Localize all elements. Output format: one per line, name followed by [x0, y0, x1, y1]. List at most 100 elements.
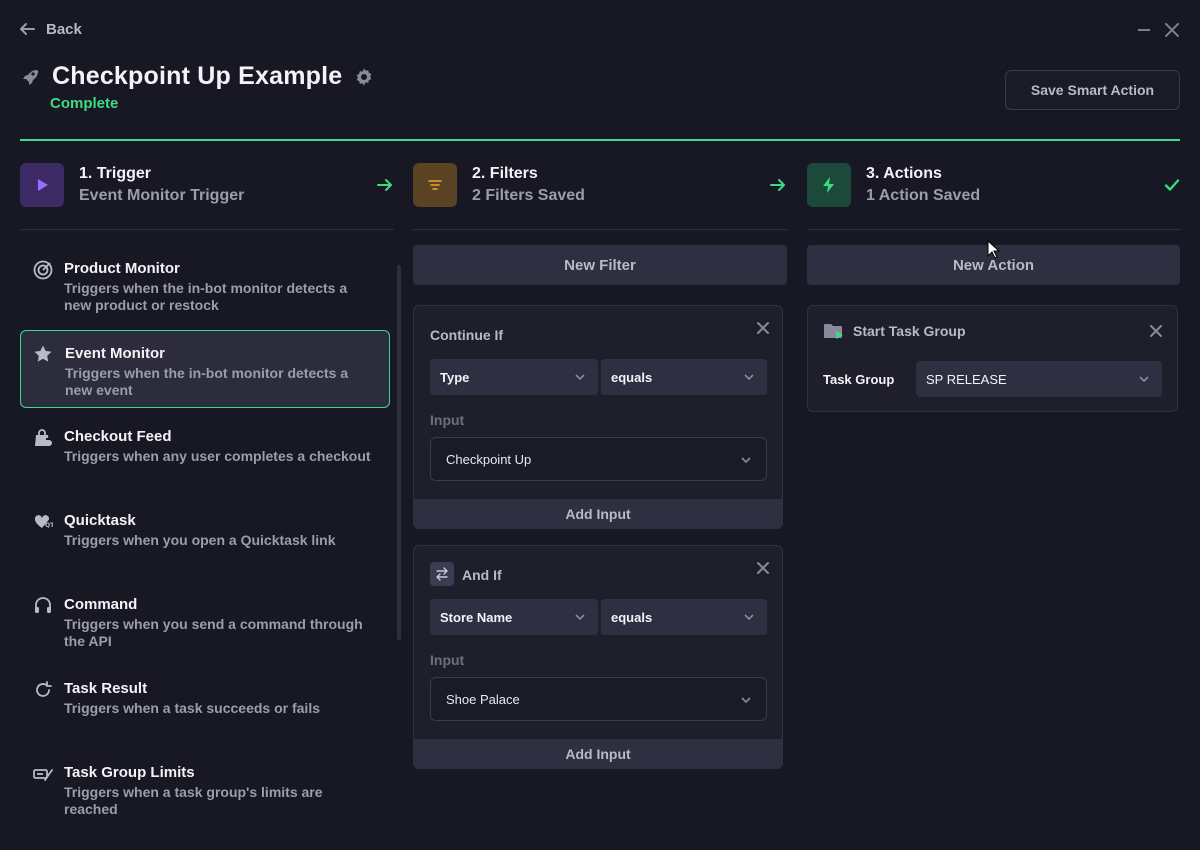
- filter-field-select[interactable]: Type: [430, 359, 598, 395]
- chevron-down-icon: [744, 614, 754, 621]
- back-label: Back: [46, 20, 82, 38]
- filter-input-label: Input: [430, 652, 465, 668]
- trigger-list-scrollbar[interactable]: [397, 265, 401, 640]
- trigger-desc: Triggers when a task group's limits are …: [64, 784, 323, 817]
- trigger-item-event-monitor[interactable]: Event Monitor Triggers when the in-bot m…: [20, 330, 390, 408]
- trigger-item-task-group-limits[interactable]: Task Group Limits Triggers when a task g…: [20, 750, 390, 828]
- trigger-desc: Triggers when the in-bot monitor detects…: [65, 365, 349, 398]
- column-divider: [807, 229, 1181, 230]
- svg-text:QT: QT: [45, 522, 53, 529]
- trigger-title: Checkout Feed: [64, 428, 172, 445]
- trigger-title: Command: [64, 596, 138, 613]
- back-button[interactable]: Back: [18, 20, 82, 38]
- column-divider: [413, 229, 787, 230]
- save-smart-action-button[interactable]: Save Smart Action: [1005, 70, 1180, 110]
- arrow-right-icon: [770, 179, 785, 191]
- add-input-button[interactable]: Add Input: [414, 499, 782, 529]
- step-actions[interactable]: 3. Actions 1 Action Saved: [807, 163, 1181, 207]
- trigger-item-task-result[interactable]: Task Result Triggers when a task succeed…: [20, 666, 390, 744]
- close-icon: [1165, 23, 1179, 37]
- gear-icon[interactable]: [354, 67, 374, 87]
- step-actions-title: 3. Actions: [866, 165, 942, 182]
- close-icon[interactable]: [1148, 323, 1164, 339]
- step-filters-title: 2. Filters: [472, 165, 538, 182]
- bag-icon: [35, 429, 52, 446]
- chevron-down-icon: [575, 614, 585, 621]
- new-filter-button[interactable]: New Filter: [413, 245, 787, 285]
- filter-field-value: Store Name: [440, 609, 513, 625]
- filter-input-value: Checkpoint Up: [446, 451, 532, 467]
- chevron-down-icon: [741, 457, 751, 464]
- step-filters-icon-box: [413, 163, 457, 207]
- close-window-button[interactable]: [1162, 20, 1182, 40]
- trigger-title: Task Result: [64, 680, 148, 697]
- filter-input-value: Shoe Palace: [446, 691, 520, 707]
- check-icon: [1164, 179, 1180, 191]
- add-input-button[interactable]: Add Input: [414, 739, 782, 769]
- play-icon: [38, 179, 48, 191]
- trigger-desc: Triggers when a task succeeds or fails: [64, 700, 320, 716]
- chevron-down-icon: [744, 374, 754, 381]
- step-trigger-subtitle: Event Monitor Trigger: [79, 187, 245, 204]
- trigger-desc: Triggers when the in-bot monitor detects…: [64, 280, 348, 313]
- quicktask-icon: QT: [34, 515, 53, 529]
- folder-play-icon: [824, 324, 843, 339]
- filter-input-select[interactable]: Checkpoint Up: [430, 437, 767, 481]
- step-filters-subtitle: 2 Filters Saved: [472, 187, 585, 204]
- step-trigger-title: 1. Trigger: [79, 165, 152, 182]
- trigger-desc: Triggers when any user completes a check…: [64, 448, 371, 464]
- step-actions-subtitle: 1 Action Saved: [866, 187, 981, 204]
- filter-icon: [428, 180, 442, 190]
- action-card-heading: Start Task Group: [853, 323, 966, 339]
- step-trigger[interactable]: 1. Trigger Event Monitor Trigger: [20, 163, 394, 207]
- task-group-select[interactable]: SP RELEASE: [916, 361, 1162, 397]
- trigger-title: Product Monitor: [64, 260, 180, 277]
- arrow-left-icon: [20, 23, 35, 35]
- step-trigger-icon-box: [20, 163, 64, 207]
- filter-field-select[interactable]: Store Name: [430, 599, 598, 635]
- trigger-item-quicktask[interactable]: QT Quicktask Triggers when you open a Qu…: [20, 498, 390, 576]
- task-group-value: SP RELEASE: [926, 371, 1007, 387]
- action-card-start-task-group: Start Task Group Task Group SP RELEASE: [807, 305, 1178, 412]
- trigger-item-checkout-feed[interactable]: Checkout Feed Triggers when any user com…: [20, 414, 390, 492]
- trigger-desc: Triggers when you send a command through…: [64, 616, 363, 649]
- filter-operator-select[interactable]: equals: [601, 359, 767, 395]
- progress-divider: [20, 139, 1180, 141]
- mouse-cursor-icon: [987, 240, 1001, 259]
- bolt-icon: [823, 177, 834, 193]
- trigger-desc: Triggers when you open a Quicktask link: [64, 532, 336, 548]
- step-filters[interactable]: 2. Filters 2 Filters Saved: [413, 163, 787, 207]
- column-divider: [20, 229, 394, 230]
- trigger-item-product-monitor[interactable]: Product Monitor Triggers when the in-bot…: [20, 246, 390, 324]
- status-badge: Complete: [50, 95, 119, 112]
- chevron-down-icon: [1139, 376, 1149, 383]
- filter-operator-value: equals: [611, 609, 653, 625]
- headset-icon: [35, 597, 51, 613]
- trigger-title: Task Group Limits: [64, 764, 195, 781]
- close-icon[interactable]: [755, 560, 771, 576]
- task-group-label: Task Group: [823, 372, 895, 387]
- filter-input-label: Input: [430, 412, 465, 428]
- minimize-button[interactable]: [1134, 20, 1154, 40]
- chevron-down-icon: [575, 374, 585, 381]
- target-icon: [33, 260, 53, 280]
- filter-field-value: Type: [440, 369, 470, 385]
- trigger-item-command[interactable]: Command Triggers when you send a command…: [20, 582, 390, 660]
- limits-icon: [33, 769, 53, 781]
- filter-operator-value: equals: [611, 369, 653, 385]
- trigger-title: Quicktask: [64, 512, 136, 529]
- rocket-icon: [23, 69, 38, 85]
- title-row: Checkpoint Up Example: [20, 62, 374, 91]
- close-icon[interactable]: [755, 320, 771, 336]
- step-actions-icon-box: [807, 163, 851, 207]
- filter-card-and-if: And If Store Name equals Input Shoe Pala…: [413, 545, 783, 769]
- minimize-icon: [1138, 29, 1150, 31]
- star-icon: [34, 345, 52, 362]
- filter-card-continue-if: Continue If Type equals Input Checkpoint…: [413, 305, 783, 529]
- filter-input-select[interactable]: Shoe Palace: [430, 677, 767, 721]
- filter-card-heading: Continue If: [430, 327, 504, 343]
- page-title: Checkpoint Up Example: [52, 62, 343, 90]
- chevron-down-icon: [741, 697, 751, 704]
- filter-operator-select[interactable]: equals: [601, 599, 767, 635]
- trigger-title: Event Monitor: [65, 345, 165, 362]
